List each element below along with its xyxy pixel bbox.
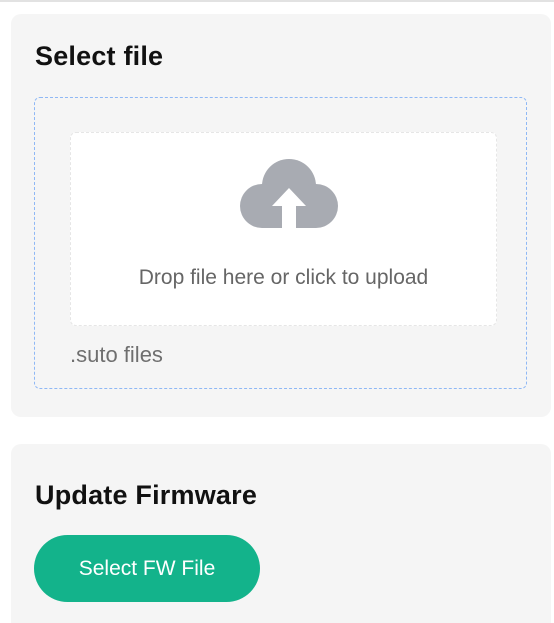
select-file-card: Select file Drop file here or click to u…	[11, 14, 551, 417]
update-firmware-card: Update Firmware Select FW File	[11, 444, 551, 623]
select-file-title: Select file	[35, 41, 164, 71]
file-type-hint: .suto files	[70, 342, 163, 367]
update-firmware-title: Update Firmware	[35, 480, 258, 510]
drop-instructions: Drop file here or click to upload	[138, 266, 429, 289]
top-divider	[0, 0, 554, 2]
upload-dropzone[interactable]: Drop file here or click to upload .suto …	[34, 97, 527, 389]
cloud-upload-icon	[240, 159, 338, 234]
select-fw-file-button[interactable]: Select FW File	[34, 535, 260, 602]
upload-drop-area[interactable]: Drop file here or click to upload	[70, 132, 497, 326]
